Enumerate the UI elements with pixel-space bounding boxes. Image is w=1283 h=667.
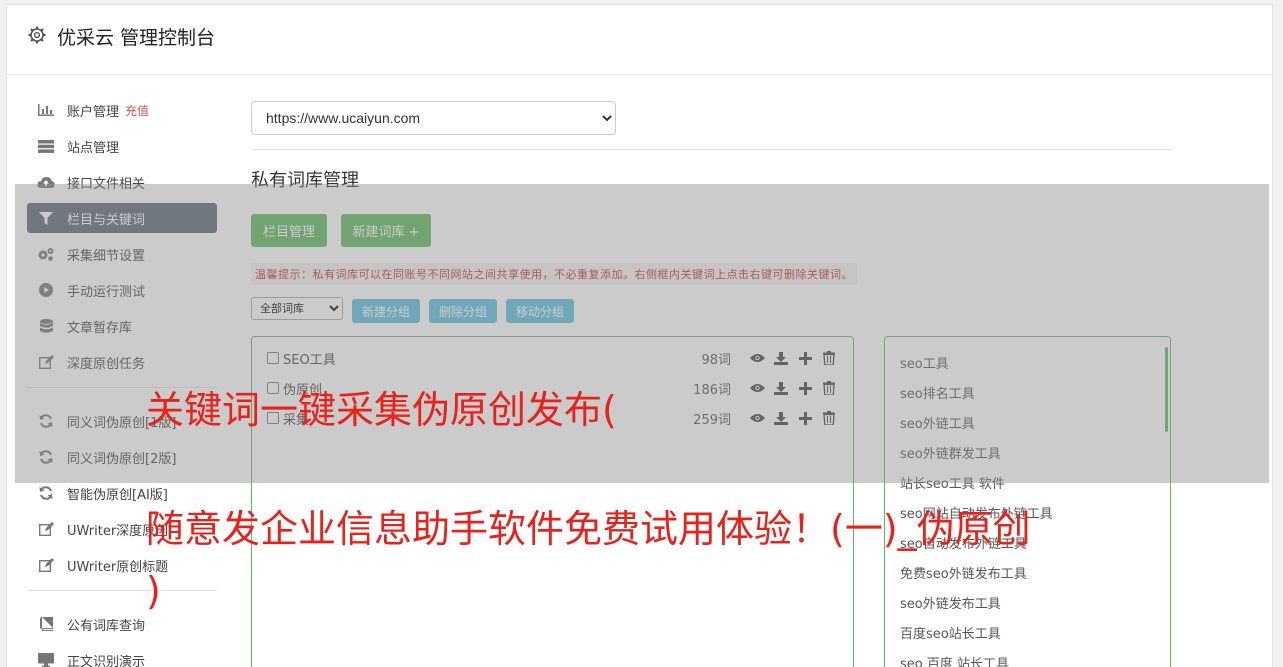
keyword-item[interactable]: seo外链发布工具 <box>900 593 1001 612</box>
keyword-item[interactable]: seo 百度 站长工具 <box>900 653 1009 667</box>
sidebar-item-label: 站点管理 <box>67 140 120 156</box>
keyword-item[interactable]: 免费seo外链发布工具 <box>900 563 1027 582</box>
header: 优采云 管理控制台 <box>7 5 1272 75</box>
sidebar-divider <box>27 590 217 591</box>
book-icon <box>37 617 55 631</box>
gear-icon <box>28 26 46 44</box>
sidebar-item-label: 公有词库查询 <box>67 618 146 634</box>
headline-line-2: 随意发企业信息助手软件免费试用体验！(一)_伪原创 <box>146 507 1031 551</box>
gray-overlay-band <box>15 184 1269 483</box>
site-select[interactable]: https://www.ucaiyun.com <box>251 101 616 135</box>
sidebar-item-text-recognition[interactable]: 正文识别演示 <box>27 645 217 667</box>
monitor-icon <box>37 653 55 667</box>
page-title: 优采云 管理控制台 <box>57 27 216 49</box>
keyword-item[interactable]: 百度seo站长工具 <box>900 623 1001 642</box>
sidebar-item-uwriter-title[interactable]: UWriter原创标题 <box>27 550 217 580</box>
divider <box>251 149 1171 150</box>
sidebar-item-label: 正文识别演示 <box>67 654 146 667</box>
sidebar-item-public-lexicon[interactable]: 公有词库查询 <box>27 609 217 639</box>
recharge-link[interactable]: 充值 <box>125 102 149 119</box>
headline-line-3: ) <box>146 569 161 613</box>
sidebar-item-sites[interactable]: 站点管理 <box>27 131 217 161</box>
edit-icon <box>37 558 55 572</box>
bar-chart-icon <box>37 103 55 117</box>
edit-icon <box>37 522 55 536</box>
sidebar-item-label: 账户管理 <box>67 104 120 120</box>
sidebar-item-account[interactable]: 账户管理 充值 <box>27 95 217 125</box>
refresh-icon <box>37 486 55 500</box>
sidebar-item-label: 智能伪原创[AI版] <box>67 487 168 503</box>
server-icon <box>37 139 55 153</box>
headline-line-1: 关键词一键采集伪原创发布( <box>146 388 617 432</box>
